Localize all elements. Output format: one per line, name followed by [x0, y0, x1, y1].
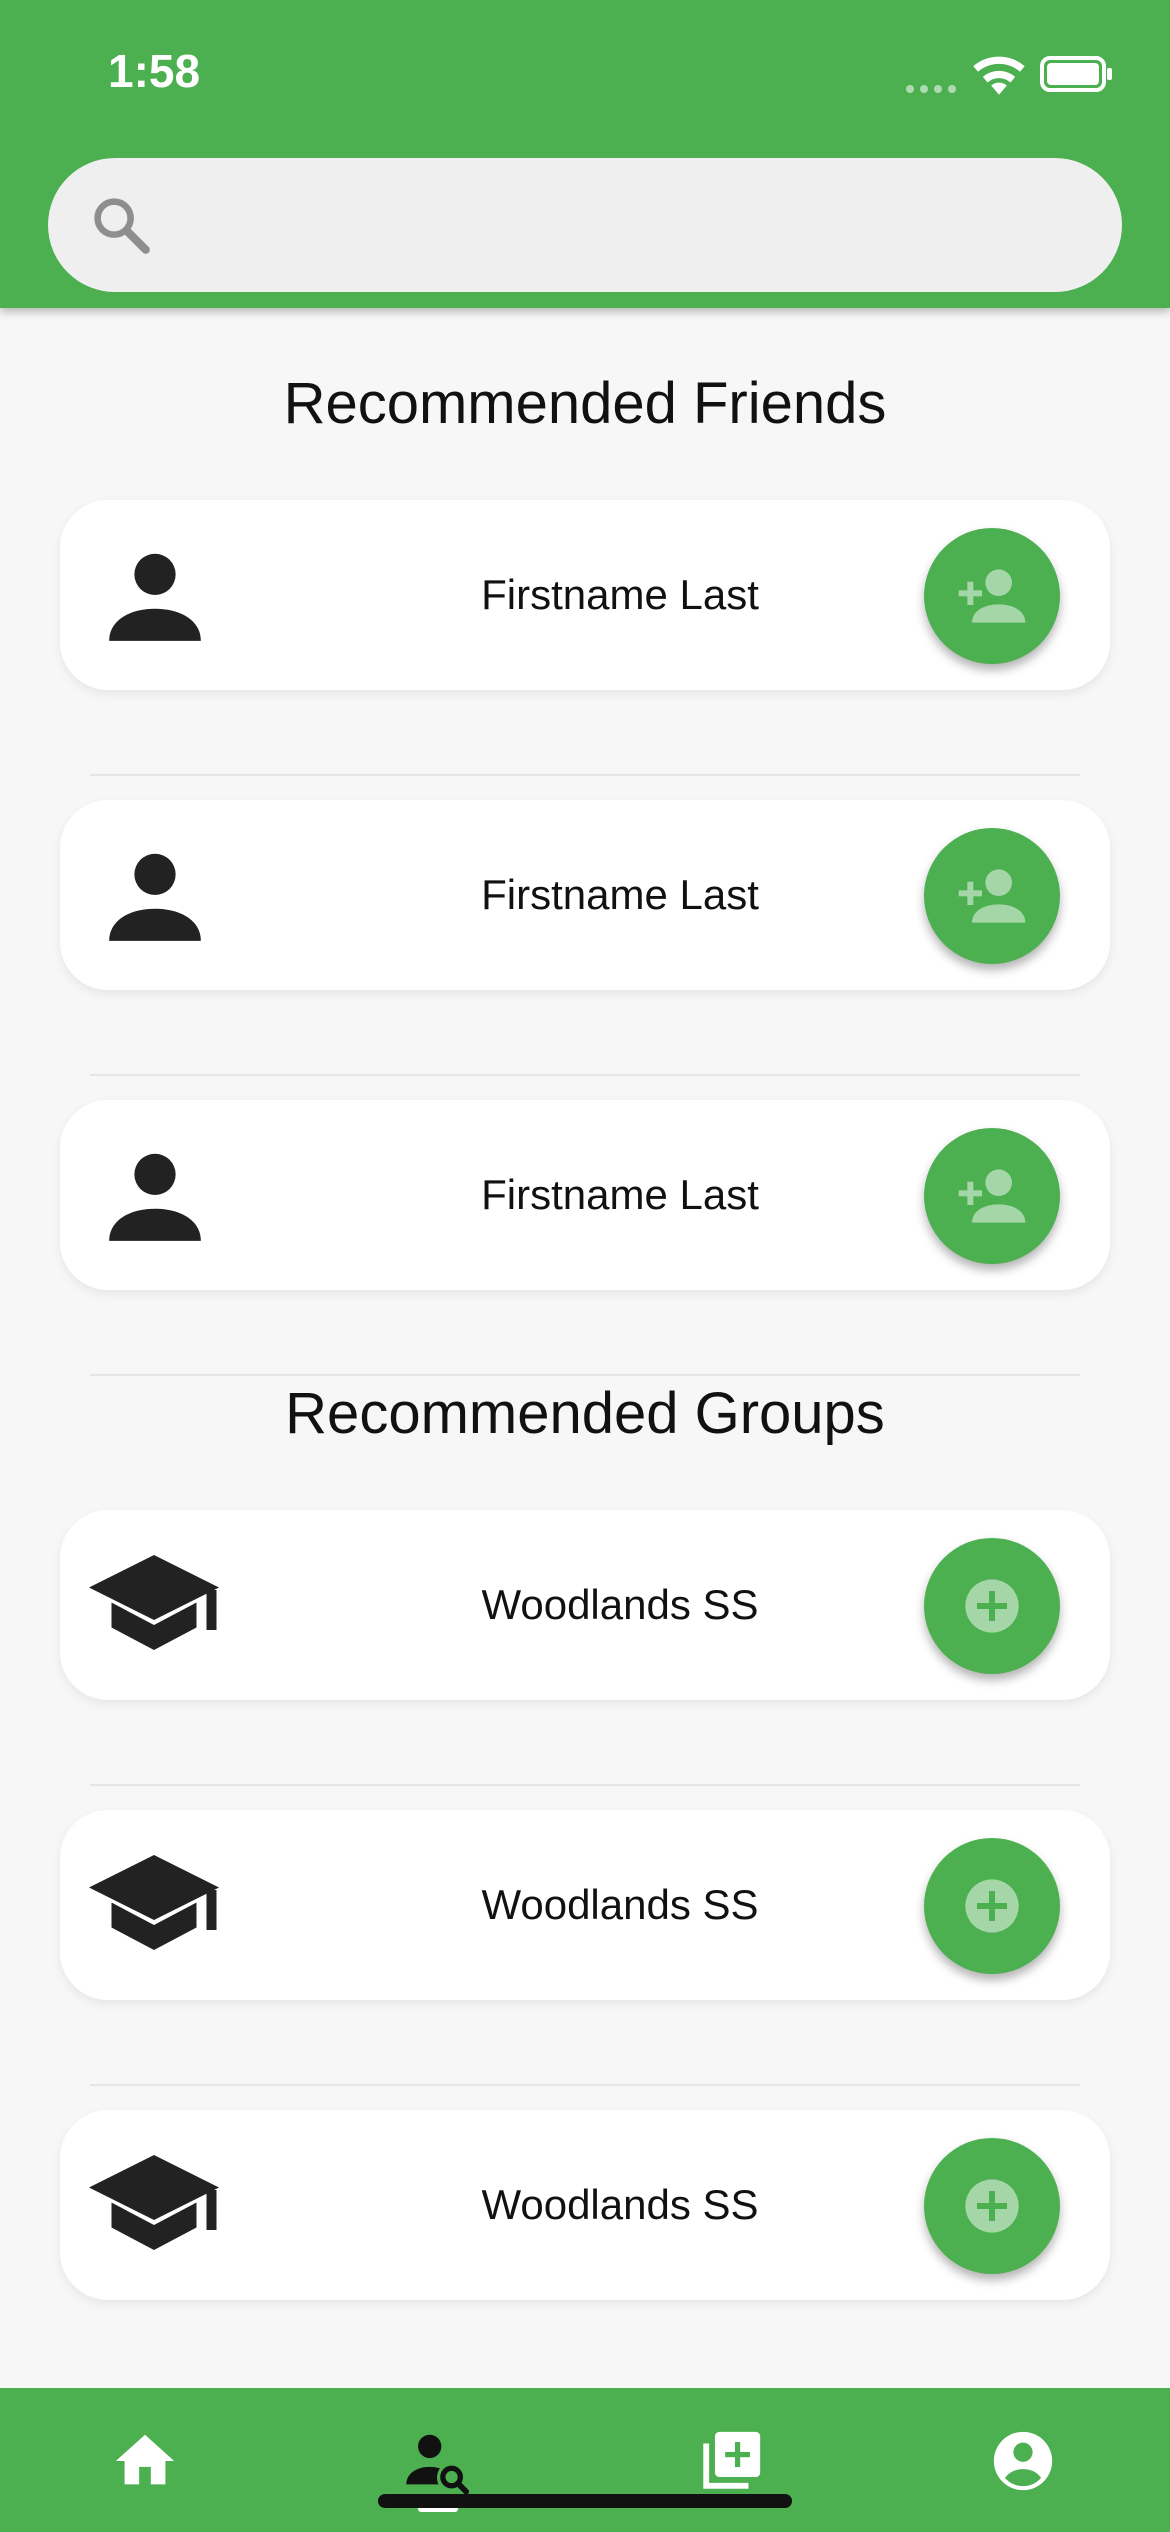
search-input[interactable]: [178, 188, 1082, 264]
group-card[interactable]: Woodlands SS: [60, 1510, 1110, 1700]
divider: [90, 774, 1080, 776]
join-group-button[interactable]: [924, 1838, 1060, 1974]
friend-card[interactable]: Firstname Last: [60, 500, 1110, 690]
bottom-navigation: [0, 2388, 1170, 2532]
person-search-icon: [406, 2434, 470, 2495]
add-friend-button[interactable]: [924, 1128, 1060, 1264]
graduation-cap-icon: [89, 1855, 219, 1950]
group-name: Woodlands SS: [481, 2181, 759, 2228]
join-group-button[interactable]: [924, 2138, 1060, 2274]
add-friend-button[interactable]: [924, 528, 1060, 664]
person-add-icon: [958, 569, 1026, 623]
person-icon: [109, 553, 201, 641]
groups-section-title: Recommended Groups: [285, 1381, 885, 1446]
app-header: 1:58: [0, 0, 1170, 308]
search-bar[interactable]: [48, 158, 1122, 292]
group-name: Woodlands SS: [481, 1881, 759, 1928]
home-icon: [115, 2434, 175, 2485]
join-group-button[interactable]: [924, 1538, 1060, 1674]
search-icon: [94, 198, 150, 254]
friends-section-title: Recommended Friends: [283, 371, 887, 436]
nav-profile[interactable]: [988, 2426, 1058, 2496]
add-circle-icon: [965, 1879, 1019, 1933]
friend-name: Firstname Last: [481, 571, 759, 618]
friend-card[interactable]: Firstname Last: [60, 800, 1110, 990]
battery-icon: [1040, 56, 1112, 92]
divider: [90, 1784, 1080, 1786]
group-card[interactable]: Woodlands SS: [60, 2110, 1110, 2300]
add-circle-icon: [965, 2179, 1019, 2233]
group-name: Woodlands SS: [481, 1581, 759, 1628]
person-icon: [109, 853, 201, 941]
nav-home[interactable]: [110, 2426, 180, 2496]
add-circle-icon: [965, 1579, 1019, 1633]
group-card[interactable]: Woodlands SS: [60, 1810, 1110, 2000]
person-add-icon: [958, 869, 1026, 923]
cellular-signal-icon: [906, 80, 962, 98]
nav-find-friends[interactable]: [402, 2426, 472, 2496]
friend-card[interactable]: Firstname Last: [60, 1100, 1110, 1290]
person-icon: [109, 1153, 201, 1241]
add-library-icon: [703, 2431, 761, 2489]
divider: [90, 2084, 1080, 2086]
home-indicator-bar: [378, 2494, 792, 2508]
person-add-icon: [958, 1169, 1026, 1223]
status-time: 1:58: [108, 45, 201, 97]
graduation-cap-icon: [89, 1555, 219, 1650]
friend-name: Firstname Last: [481, 1171, 759, 1218]
add-friend-button[interactable]: [924, 828, 1060, 964]
account-circle-icon: [993, 2431, 1053, 2491]
graduation-cap-icon: [89, 2155, 219, 2250]
wifi-icon: [973, 56, 1025, 95]
divider: [90, 1374, 1080, 1376]
friend-name: Firstname Last: [481, 871, 759, 918]
divider: [90, 1074, 1080, 1076]
nav-create-post[interactable]: [696, 2426, 766, 2496]
